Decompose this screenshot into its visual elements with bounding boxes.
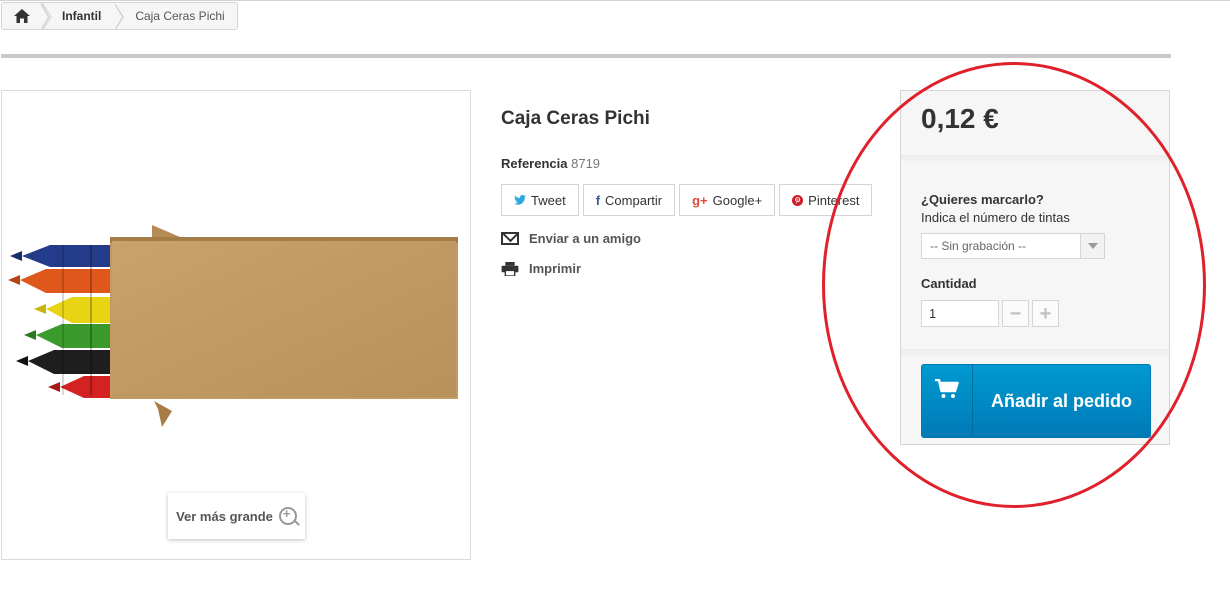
ink-count-select[interactable]: -- Sin grabación -- [921,233,1105,259]
breadcrumb-home[interactable] [2,3,52,29]
cart-icon-wrap [922,365,973,437]
breadcrumb-separator-inner [40,4,48,30]
google-plus-label: Google+ [712,192,763,208]
marking-hint: Indica el número de tintas [921,210,1070,225]
reference-value: 8719 [571,156,601,171]
quantity-input[interactable] [921,300,999,327]
section-divider [1,54,1171,58]
send-to-friend-link[interactable]: Enviar a un amigo [501,231,641,246]
quantity-decrease-button[interactable]: − [1002,300,1029,327]
product-image[interactable] [2,91,470,559]
plus-icon: + [1039,302,1052,325]
product-price: 0,12 € [921,103,999,134]
print-label: Imprimir [529,261,582,276]
zoom-button[interactable]: Ver más grande [168,493,305,539]
shopping-cart-icon [935,379,959,398]
quantity-increase-button[interactable]: + [1032,300,1059,327]
twitter-icon [514,195,526,205]
pinterest-icon [792,194,804,206]
product-image-panel: Ver más grande [1,90,471,560]
zoom-button-label: Ver más grande [176,508,273,524]
add-to-cart-label: Añadir al pedido [990,391,1132,411]
breadcrumb-item-current: Caja Ceras Pichi [115,3,237,29]
top-border [0,0,1230,1]
facebook-share-label: Compartir [605,192,663,208]
quantity-label: Cantidad [921,276,977,291]
product-title: Caja Ceras Pichi [501,108,650,129]
breadcrumb-separator-inner [114,4,122,30]
facebook-share-button[interactable]: f Compartir [582,184,676,216]
send-to-friend-label: Enviar a un amigo [529,231,641,246]
breadcrumb-current-label: Caja Ceras Pichi [135,9,225,23]
facebook-icon: f [595,192,601,208]
print-link[interactable]: Imprimir [501,261,581,276]
social-share-bar: Tweet f Compartir g+ Google+ Pinterest [501,184,873,216]
reference-label: Referencia [501,156,568,171]
home-icon [14,9,30,23]
envelope-icon [501,232,519,245]
breadcrumb-item-category[interactable]: Infantil [42,3,116,29]
tweet-label: Tweet [531,192,566,208]
ink-count-selected-value: -- Sin grabación -- [930,239,1027,253]
pinterest-label: Pinterest [808,192,860,208]
google-plus-icon: g+ [692,192,708,208]
google-plus-button[interactable]: g+ Google+ [679,184,776,216]
pinterest-button[interactable]: Pinterest [779,184,873,216]
tweet-button[interactable]: Tweet [501,184,579,216]
cart-divider [901,349,1169,359]
zoom-in-icon [278,506,297,525]
price-divider [901,155,1169,163]
marking-question: ¿Quieres marcarlo? [921,192,1044,207]
minus-icon: − [1009,302,1022,325]
printer-icon [501,261,519,276]
add-to-cart-button[interactable]: Añadir al pedido [921,364,1151,438]
buy-box: 0,12 € ¿Quieres marcarlo? Indica el núme… [900,90,1170,445]
product-reference: Referencia 8719 [501,156,600,171]
chevron-down-icon[interactable] [1080,234,1104,258]
